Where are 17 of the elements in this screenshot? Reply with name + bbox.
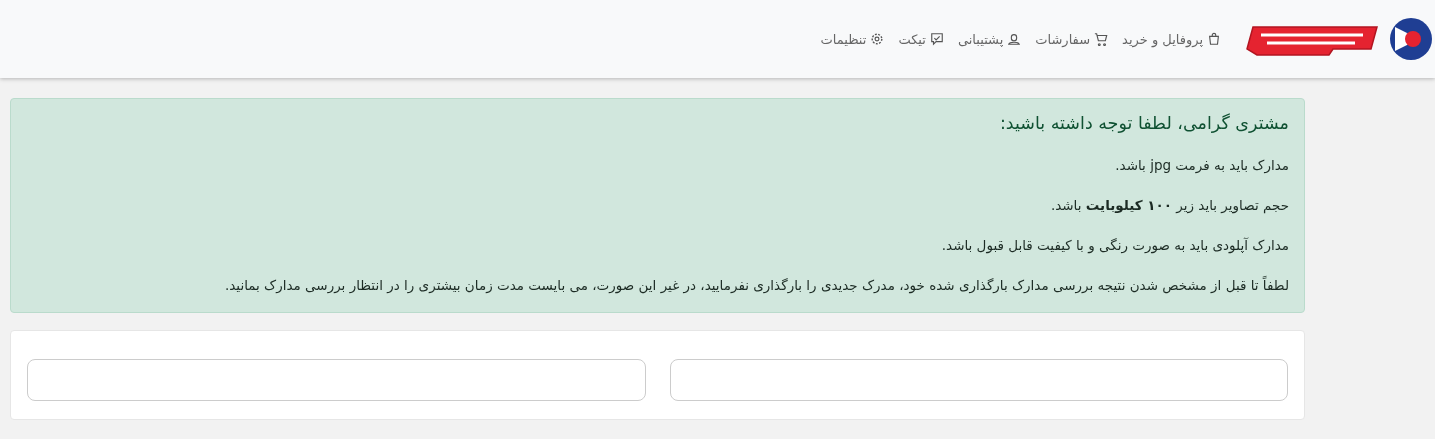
nav-link[interactable]: پشتیبانی bbox=[957, 31, 1022, 47]
alert-text: لطفاً تا قبل از مشخص شدن نتیجه بررسی مدارک بارگذاری شده خود، مدرک جدیدی را بارگذاری نفرمایید، در غیر این صورت، می بایست مدت زمان بیشتری را در انتظار بررسی مدارک بمانید. bbox=[223, 275, 1289, 296]
nav-link[interactable]: سفارشات bbox=[1035, 31, 1109, 47]
alert-text: مدارک باید به فرمت jpg باشد. bbox=[1114, 156, 1289, 176]
bag-icon bbox=[1207, 32, 1221, 46]
input-field[interactable] bbox=[27, 359, 646, 401]
nav-link[interactable]: تنظیمات bbox=[820, 31, 885, 47]
cart-icon bbox=[1094, 32, 1109, 46]
ticket-icon bbox=[929, 32, 944, 46]
alert-text: حجم تصاویر باید زیر ۱۰۰ کیلوبایت باشد. bbox=[1049, 196, 1289, 216]
gear-icon bbox=[870, 32, 885, 46]
support-icon bbox=[1007, 32, 1022, 46]
nav-link[interactable]: پروفایل و خرید bbox=[1122, 31, 1221, 47]
nav-link[interactable]: تیکت bbox=[898, 31, 944, 47]
alert-title: مشتری گرامی، لطفا توجه داشته باشید: bbox=[998, 113, 1289, 133]
input-field[interactable] bbox=[669, 359, 1288, 401]
alert-text: مدارک آپلودی باید به صورت رنگی و با کیفیت قابل قبول باشد. bbox=[940, 236, 1289, 256]
